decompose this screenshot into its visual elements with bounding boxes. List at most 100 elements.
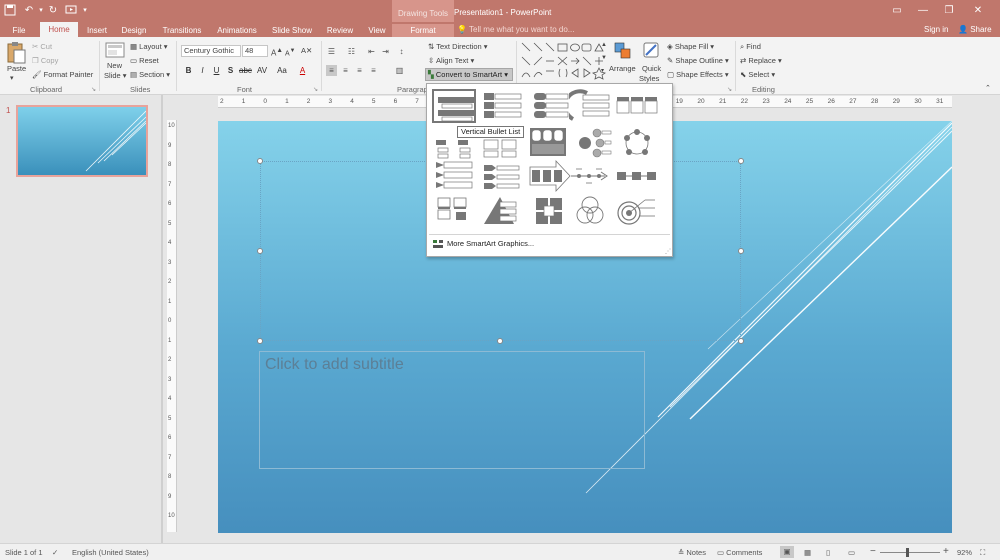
subtitle-placeholder[interactable]: Click to add subtitle — [259, 351, 645, 469]
gallery-more-icon[interactable]: ▾ — [601, 66, 604, 76]
quick-styles-icon[interactable] — [642, 41, 660, 59]
justify-icon[interactable]: ≡ — [368, 65, 379, 76]
reset-button[interactable]: ▭ Reset — [130, 56, 159, 66]
tab-insert[interactable]: Insert — [84, 24, 110, 37]
tab-slide-show[interactable]: Slide Show — [270, 24, 314, 37]
smartart-cycle[interactable] — [615, 126, 659, 160]
font-family-combo[interactable]: Century Gothic — [181, 45, 241, 57]
pane-splitter[interactable] — [161, 95, 163, 543]
decrease-indent-icon[interactable]: ⇤ — [366, 46, 377, 57]
line-spacing-icon[interactable]: ↕ — [396, 46, 407, 57]
comments-button[interactable]: ▭ Comments — [717, 548, 762, 557]
resize-handle[interactable] — [497, 338, 503, 344]
smartart-vertical-arrow-list[interactable] — [480, 159, 524, 193]
italic-icon[interactable]: I — [197, 65, 208, 76]
font-size-combo[interactable]: 48 — [242, 45, 268, 57]
align-text-button[interactable]: ⇳ Align Text ▾ — [428, 56, 474, 66]
font-launcher-icon[interactable]: ↘ — [313, 85, 318, 95]
bullets-icon[interactable]: ☰ — [326, 46, 337, 57]
smartart-target-list[interactable] — [615, 194, 659, 228]
new-slide-label-2[interactable]: Slide ▾ — [104, 71, 127, 81]
zoom-level[interactable]: 92% — [957, 548, 972, 557]
reading-view-icon[interactable]: ▯ — [826, 548, 830, 557]
tell-me-search[interactable]: 💡 Tell me what you want to do... — [457, 24, 574, 36]
close-icon[interactable]: ✕ — [968, 3, 988, 19]
copy-button[interactable]: ❐ Copy — [32, 56, 58, 66]
slide-show-icon[interactable]: ▭ — [848, 548, 855, 557]
shapes-gallery[interactable] — [520, 41, 608, 81]
spell-check-icon[interactable]: ✓ — [52, 548, 58, 557]
normal-view-icon[interactable]: ▣ — [780, 546, 794, 558]
shape-fill-button[interactable]: ◈ Shape Fill ▾ — [667, 42, 714, 52]
numbering-icon[interactable]: ☷ — [346, 46, 357, 57]
underline-icon[interactable]: U — [211, 65, 222, 76]
save-icon[interactable] — [3, 4, 17, 18]
collapse-ribbon-icon[interactable]: ⌃ — [985, 84, 991, 94]
convert-to-smartart-button[interactable]: ▚ Convert to SmartArt ▾ — [425, 68, 513, 81]
dropdown-resize-grip[interactable]: ⋰ — [665, 249, 671, 255]
arrange-button[interactable]: Arrange — [609, 64, 636, 74]
increase-indent-icon[interactable]: ⇥ — [380, 46, 391, 57]
resize-handle[interactable] — [257, 338, 263, 344]
smartart-radial-cluster[interactable] — [569, 126, 613, 160]
smartart-venn[interactable] — [569, 194, 613, 228]
smartart-timeline[interactable] — [569, 159, 613, 193]
fit-slide-icon[interactable]: ⛶ — [980, 548, 985, 558]
tab-transitions[interactable]: Transitions — [160, 24, 204, 37]
zoom-slider-track[interactable] — [880, 552, 940, 553]
resize-handle[interactable] — [257, 248, 263, 254]
tab-format[interactable]: Format — [392, 24, 454, 37]
bold-icon[interactable]: B — [183, 65, 194, 76]
columns-icon[interactable]: ▥ — [394, 65, 405, 76]
tab-review[interactable]: Review — [324, 24, 356, 37]
gallery-scroll-up-icon[interactable]: ▲ — [601, 40, 607, 50]
smartart-vertical-box-list[interactable] — [480, 89, 524, 123]
strikethrough-icon[interactable]: abc — [239, 65, 252, 76]
smartart-picture-list[interactable] — [432, 194, 476, 228]
paste-button[interactable]: Paste — [7, 64, 26, 74]
increase-font-icon[interactable]: A▲ — [271, 46, 283, 59]
smartart-vertical-curved-list[interactable] — [563, 89, 613, 123]
new-slide-icon[interactable] — [105, 42, 125, 58]
ribbon-display-options-icon[interactable]: ▭ — [887, 3, 907, 19]
notes-button[interactable]: ≙ Notes — [678, 548, 706, 557]
slide-thumbnail[interactable] — [16, 105, 148, 177]
section-button[interactable]: ▤ Section ▾ — [130, 70, 170, 80]
smartart-grouped-list[interactable] — [528, 126, 572, 160]
tab-design[interactable]: Design — [119, 24, 149, 37]
align-left-icon[interactable]: ≡ — [326, 65, 337, 76]
resize-handle[interactable] — [257, 158, 263, 164]
smartart-horizontal-bullet-list[interactable] — [615, 89, 659, 123]
arrange-icon[interactable] — [614, 42, 632, 60]
smartart-pyramid-list[interactable] — [480, 194, 524, 228]
new-slide-label-1[interactable]: New — [107, 61, 122, 71]
gallery-scroll-down-icon[interactable]: ▼ — [601, 53, 607, 63]
slide-sorter-icon[interactable]: ▦ — [804, 548, 811, 557]
align-right-icon[interactable]: ≡ — [354, 65, 365, 76]
minimize-icon[interactable]: — — [913, 3, 933, 19]
zoom-slider-thumb[interactable] — [905, 548, 909, 557]
resize-handle[interactable] — [738, 158, 744, 164]
tab-file[interactable]: File — [8, 24, 30, 37]
resize-handle[interactable] — [738, 338, 744, 344]
clear-formatting-icon[interactable]: A✕ — [301, 46, 312, 56]
character-spacing-icon[interactable]: AV — [255, 65, 269, 76]
customize-toolbar-icon[interactable]: ▾ — [78, 4, 92, 18]
text-shadow-icon[interactable]: S — [225, 65, 236, 76]
replace-button[interactable]: ⇄ Replace ▾ — [740, 56, 782, 66]
decrease-font-icon[interactable]: A▼ — [285, 46, 295, 59]
shape-effects-button[interactable]: ▢ Shape Effects ▾ — [667, 70, 729, 80]
zoom-out-icon[interactable]: − — [870, 546, 876, 557]
find-button[interactable]: ⌕ Find — [740, 42, 761, 52]
align-center-icon[interactable]: ≡ — [340, 65, 351, 76]
quick-styles-label-1[interactable]: Quick — [642, 64, 661, 74]
maximize-icon[interactable]: ❐ — [939, 3, 959, 19]
font-color-icon[interactable]: A — [297, 65, 308, 76]
layout-button[interactable]: ▦ Layout ▾ — [130, 42, 168, 52]
tab-animations[interactable]: Animations — [214, 24, 260, 37]
clipboard-launcher-icon[interactable]: ↘ — [91, 85, 96, 95]
shape-outline-button[interactable]: ✎ Shape Outline ▾ — [667, 56, 729, 66]
language[interactable]: English (United States) — [72, 548, 149, 557]
share-button[interactable]: 👤 Share — [958, 24, 992, 36]
smartart-vertical-bracket-list[interactable] — [528, 89, 572, 123]
